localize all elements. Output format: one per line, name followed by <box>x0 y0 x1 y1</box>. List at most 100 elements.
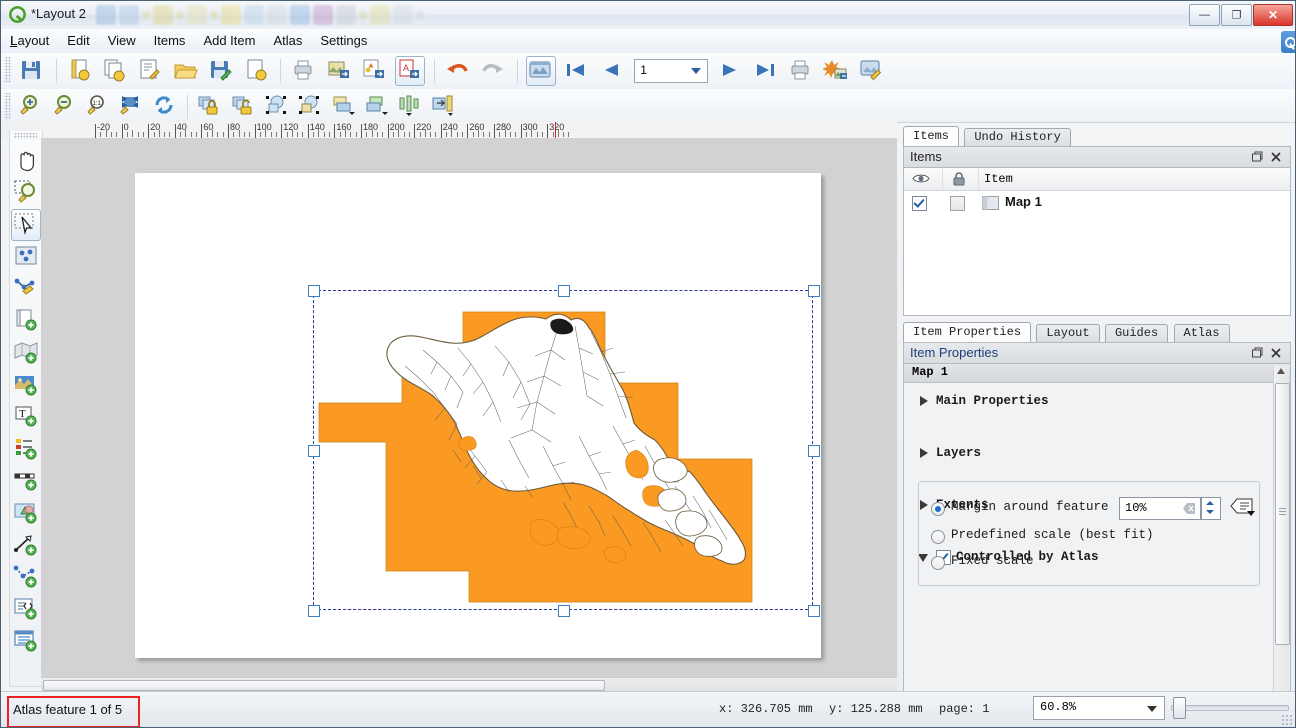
zoom-slider-track[interactable] <box>1171 705 1289 711</box>
menu-settings[interactable]: Settings <box>311 29 376 51</box>
add-arrow-tool[interactable] <box>11 529 41 561</box>
add-attribute-table-tool[interactable] <box>11 625 41 657</box>
toolbar-grip[interactable] <box>4 93 11 119</box>
data-defined-override-icon[interactable] <box>1229 497 1255 517</box>
redo-icon[interactable] <box>479 56 509 86</box>
zoom-out-icon[interactable] <box>51 92 79 120</box>
select-move-tool[interactable] <box>11 209 41 241</box>
add-map-tool[interactable] <box>11 337 41 369</box>
spinner-icon[interactable] <box>1202 498 1218 517</box>
properties-dock-tabs[interactable]: Item Properties Layout Guides Atlas <box>903 322 1295 344</box>
margin-around-feature-radio[interactable] <box>931 502 945 516</box>
clear-value-icon[interactable] <box>1183 503 1196 514</box>
add-page-tool[interactable] <box>11 305 41 337</box>
distribute-items-icon[interactable] <box>430 92 458 120</box>
scroll-thumb[interactable] <box>1275 383 1290 645</box>
lock-items-icon[interactable] <box>196 92 224 120</box>
edit-nodes-tool[interactable] <box>11 273 41 305</box>
scroll-up-arrow-icon[interactable] <box>1277 368 1285 374</box>
previous-feature-icon[interactable] <box>597 56 627 86</box>
window-controls[interactable]: — ❐ ✕ <box>1189 4 1293 26</box>
resize-handle-bottom-left[interactable] <box>308 605 320 617</box>
resize-handle-top-left[interactable] <box>308 285 320 297</box>
resize-grip[interactable] <box>1281 714 1293 726</box>
float-dock-icon[interactable] <box>1250 150 1264 164</box>
add-node-item-tool[interactable] <box>11 561 41 593</box>
margin-value-input[interactable]: 10% <box>1119 497 1201 520</box>
raise-items-icon[interactable] <box>330 92 358 120</box>
preview-atlas-icon[interactable] <box>526 56 557 86</box>
properties-vertical-scrollbar[interactable] <box>1273 365 1290 703</box>
select-all-icon[interactable] <box>263 92 291 120</box>
tab-items[interactable]: Items <box>903 126 960 148</box>
lower-items-icon[interactable] <box>363 92 391 120</box>
properties-scroll-area[interactable]: Main Properties Layers Extents Controlle… <box>904 383 1272 704</box>
table-row[interactable]: Map 1 <box>904 191 1290 215</box>
save-template-icon[interactable] <box>206 56 236 86</box>
zoom-in-icon[interactable] <box>17 92 45 120</box>
open-template-icon[interactable] <box>171 56 201 86</box>
save-layout-icon[interactable] <box>17 56 47 86</box>
resize-handle-top-center[interactable] <box>558 285 570 297</box>
close-icon[interactable] <box>1269 150 1283 164</box>
export-atlas-image-icon[interactable] <box>821 56 852 86</box>
add-from-template-icon[interactable] <box>242 56 272 86</box>
add-html-tool[interactable] <box>11 593 41 625</box>
new-layout-icon[interactable] <box>65 56 95 86</box>
menu-items[interactable]: Items <box>145 29 195 51</box>
add-label-tool[interactable]: T <box>11 401 41 433</box>
zoom-actual-icon[interactable]: 1:1 <box>84 92 112 120</box>
tab-item-properties[interactable]: Item Properties <box>903 322 1032 344</box>
pan-tool[interactable] <box>11 145 41 177</box>
menu-view[interactable]: View <box>99 29 145 51</box>
map-item-map1[interactable] <box>308 285 820 617</box>
items-dock-tabs[interactable]: Items Undo History <box>903 126 1295 148</box>
resize-handle-bottom-center[interactable] <box>558 605 570 617</box>
align-items-icon[interactable] <box>396 92 424 120</box>
close-icon[interactable] <box>1269 346 1283 360</box>
menu-add-item[interactable]: Add Item <box>194 29 264 51</box>
deselect-all-icon[interactable] <box>296 92 324 120</box>
item-visibility-checkbox[interactable] <box>912 196 927 211</box>
predefined-scale-radio[interactable] <box>931 530 945 544</box>
menu-edit[interactable]: Edit <box>58 29 98 51</box>
section-layers[interactable]: Layers <box>904 441 1272 467</box>
help-badge-icon[interactable] <box>1281 31 1295 53</box>
add-shape-tool[interactable] <box>11 497 41 529</box>
scroll-thumb[interactable] <box>43 680 605 691</box>
menu-atlas[interactable]: Atlas <box>264 29 311 51</box>
resize-handle-middle-right[interactable] <box>808 445 820 457</box>
export-svg-icon[interactable] <box>360 56 390 86</box>
restore-button[interactable]: ❐ <box>1221 4 1252 26</box>
add-scalebar-tool[interactable] <box>11 465 41 497</box>
atlas-feature-combo[interactable]: 1 <box>634 59 709 83</box>
undo-icon[interactable] <box>443 56 473 86</box>
tab-guides[interactable]: Guides <box>1104 324 1169 344</box>
export-pdf-icon[interactable]: A <box>395 56 426 86</box>
item-lock-checkbox[interactable] <box>950 196 965 211</box>
move-content-tool[interactable] <box>11 241 41 273</box>
last-feature-icon[interactable] <box>751 56 781 86</box>
zoom-slider-knob[interactable] <box>1173 697 1186 719</box>
minimize-button[interactable]: — <box>1189 4 1220 26</box>
layout-page[interactable] <box>135 173 821 658</box>
menu-layout[interactable]: LLayout <box>1 29 58 51</box>
toolbar-grip[interactable] <box>4 57 11 83</box>
print-atlas-icon[interactable] <box>786 56 816 86</box>
duplicate-layout-icon[interactable] <box>100 56 130 86</box>
next-feature-icon[interactable] <box>716 56 746 86</box>
canvas-horizontal-scrollbar[interactable] <box>41 677 897 691</box>
item-properties-panel[interactable]: Map 1 Main Properties Layers Extents Con… <box>903 363 1291 705</box>
export-image-icon[interactable] <box>325 56 355 86</box>
toolbox-grip[interactable] <box>13 133 37 139</box>
float-dock-icon[interactable] <box>1250 346 1264 360</box>
close-button[interactable]: ✕ <box>1253 4 1293 26</box>
add-legend-tool[interactable] <box>11 433 41 465</box>
resize-handle-bottom-right[interactable] <box>808 605 820 617</box>
first-feature-icon[interactable] <box>562 56 592 86</box>
fixed-scale-radio[interactable] <box>931 556 945 570</box>
resize-handle-top-right[interactable] <box>808 285 820 297</box>
resize-handle-middle-left[interactable] <box>308 445 320 457</box>
items-list[interactable]: Item Map 1 <box>903 167 1291 316</box>
atlas-settings-icon[interactable] <box>857 56 887 86</box>
